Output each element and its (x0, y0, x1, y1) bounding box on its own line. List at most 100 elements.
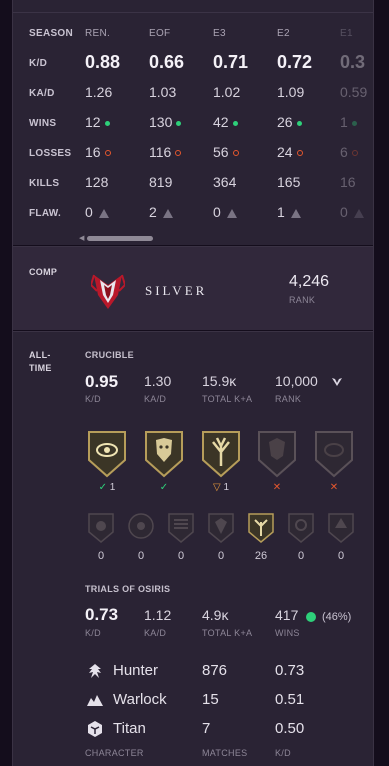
pyramid-icon (162, 208, 173, 218)
rank-name: SILVER (145, 283, 208, 298)
kd-value: 0.72 (277, 52, 313, 72)
character-column-label: CHARACTER (85, 748, 144, 758)
tree-emblem-icon[interactable] (201, 430, 241, 478)
small-emblem-icon[interactable] (207, 512, 235, 544)
win-dot-icon (176, 120, 182, 126)
wins-cell: 130 (149, 114, 182, 130)
scrollbar-thumb[interactable] (87, 236, 153, 241)
class-kd: 0.50 (275, 720, 305, 737)
emblem-status: ✓ 1 (87, 482, 127, 493)
competitive-panel: COMP SILVER 4,246 RANK (13, 246, 373, 330)
trials-kd-label: K/D (85, 628, 101, 638)
crucible-heading: CRUCIBLE (85, 350, 134, 360)
checkmark-icon: ✓ (159, 482, 169, 493)
kad-value: 1.02 (213, 84, 241, 100)
crucible-total-label: TOTAL K+A (202, 394, 253, 404)
emblem-status: ✕ (314, 482, 354, 493)
losses-value: 56 (213, 144, 229, 160)
small-emblem-icon[interactable] (87, 512, 115, 544)
crucible-rank-label: RANK (275, 394, 302, 404)
small-emblem-icon[interactable] (127, 512, 155, 544)
column-ren[interactable]: REN. (85, 28, 110, 39)
small-emblem-count: 26 (254, 550, 268, 562)
wins-value: 42 (213, 114, 229, 130)
small-emblem-gold-icon[interactable] (247, 512, 275, 544)
loss-ring-icon (232, 150, 239, 157)
wins-cell: 1 (340, 114, 357, 130)
class-matches: 15 (202, 691, 219, 708)
losses-cell: 6 (340, 144, 358, 160)
column-e2[interactable]: E2 (277, 28, 290, 39)
column-e1[interactable]: E1 (340, 28, 353, 39)
column-eof[interactable]: EOF (149, 28, 170, 39)
flawless-cell: 0 (85, 204, 109, 220)
trials-kd: 0.73 (85, 605, 119, 624)
flawless-cell: 2 (149, 204, 173, 220)
pyramid-icon (226, 208, 237, 218)
kills-value: 128 (85, 174, 109, 190)
all-time-panel: ALL- TIME CRUCIBLE 0.95 K/D 1.30 KA/D 15… (13, 331, 373, 766)
loss-ring-icon (104, 150, 111, 157)
valor-rank-icon (332, 378, 342, 386)
kills-value: 16 (340, 174, 356, 190)
horizontal-scrollbar[interactable]: ◀ (79, 235, 169, 242)
eye-emblem-icon[interactable] (87, 430, 127, 478)
crucible-kd: 0.95 (85, 372, 119, 391)
row-label-kd: K/D (29, 58, 48, 69)
small-emblem-count: 0 (97, 550, 105, 562)
class-kd: 0.51 (275, 691, 305, 708)
wins-value: 26 (277, 114, 293, 130)
flawless-cell: 1 (277, 204, 301, 220)
win-dot-icon (232, 120, 238, 126)
emblem-status: ▽ 1 (201, 482, 241, 493)
small-emblem-icon[interactable] (167, 512, 195, 544)
scroll-left-arrow-icon[interactable]: ◀ (79, 235, 84, 242)
silver-rank-emblem-icon (91, 274, 125, 309)
win-dot-icon (296, 120, 302, 126)
small-emblem-icon[interactable] (327, 512, 355, 544)
win-rate-dot-icon (306, 612, 316, 622)
matches-column-label: MATCHES (202, 748, 248, 758)
row-label-wins: WINS (29, 118, 57, 129)
wins-cell: 12 (85, 114, 110, 130)
row-label-kills: KILLS (29, 178, 60, 189)
emblem-count: 1 (223, 482, 230, 493)
class-matches: 7 (202, 720, 211, 737)
kd-value: 0.71 (213, 52, 249, 72)
flawless-cell: 0 (340, 204, 364, 220)
comp-points-label: RANK (289, 295, 316, 305)
trials-kad-label: KA/D (144, 628, 167, 638)
losses-cell: 56 (213, 144, 239, 160)
kd-value: 0.3 (340, 52, 366, 72)
crucible-kd-label: K/D (85, 394, 101, 404)
trials-kad: 1.12 (144, 607, 172, 623)
row-label-losses: LOSSES (29, 148, 72, 159)
flawless-value: 0 (213, 204, 221, 220)
kad-value: 1.09 (277, 84, 305, 100)
small-emblem-count: 0 (337, 550, 345, 562)
comp-label: COMP (29, 267, 58, 277)
kills-value: 165 (277, 174, 301, 190)
titan-class-icon (88, 721, 102, 737)
losses-value: 16 (85, 144, 101, 160)
alltime-label-2: TIME (29, 363, 52, 373)
crucible-rank: 10,000 (275, 373, 318, 389)
small-emblem-count: 0 (297, 550, 305, 562)
kd-value: 0.66 (149, 52, 185, 72)
locked-emblem-icon[interactable] (257, 430, 297, 478)
kd-column-label: K/D (275, 748, 291, 758)
loss-ring-icon (175, 150, 182, 157)
small-emblem-icon[interactable] (287, 512, 315, 544)
class-name: Warlock (113, 691, 167, 708)
shield-badge-icon: ▽ (212, 482, 221, 493)
checkmark-icon: ✓ (98, 482, 108, 493)
locked-emblem-icon[interactable] (314, 430, 354, 478)
trials-wins-label: WINS (275, 628, 300, 638)
wins-cell: 42 (213, 114, 238, 130)
face-emblem-icon[interactable] (144, 430, 184, 478)
row-label-kad: KA/D (29, 88, 55, 99)
loss-ring-icon (351, 150, 358, 157)
cross-icon: ✕ (272, 482, 282, 493)
column-e3[interactable]: E3 (213, 28, 226, 39)
pyramid-icon (353, 208, 364, 218)
